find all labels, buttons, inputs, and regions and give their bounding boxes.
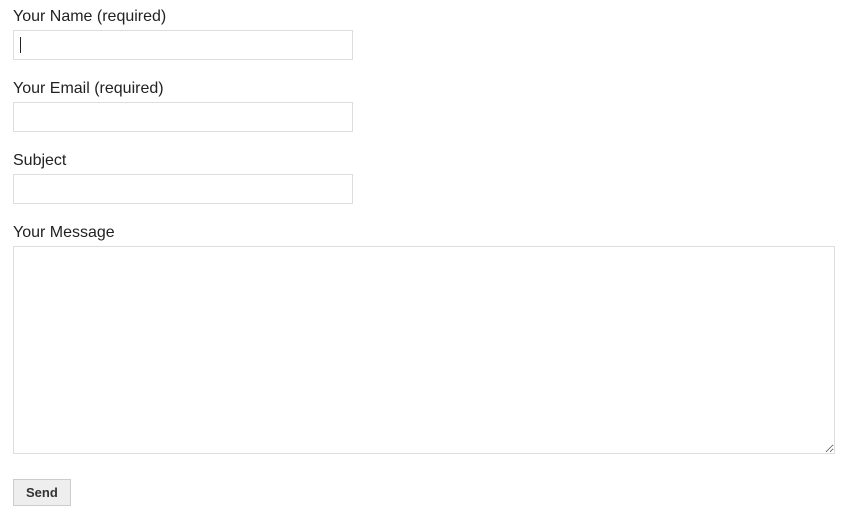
contact-form: Your Name (required) Your Email (require… (13, 8, 830, 506)
subject-group: Subject (13, 152, 830, 204)
name-input-wrap (13, 30, 830, 60)
subject-label: Subject (13, 152, 830, 170)
email-group: Your Email (required) (13, 80, 830, 132)
name-input[interactable] (13, 30, 353, 60)
message-group: Your Message (13, 224, 830, 459)
email-input[interactable] (13, 102, 353, 132)
message-textarea[interactable] (13, 246, 835, 454)
name-label: Your Name (required) (13, 8, 830, 26)
subject-input[interactable] (13, 174, 353, 204)
text-cursor-icon (20, 37, 21, 53)
message-label: Your Message (13, 224, 830, 242)
send-button[interactable]: Send (13, 479, 71, 506)
name-group: Your Name (required) (13, 8, 830, 60)
email-label: Your Email (required) (13, 80, 830, 98)
